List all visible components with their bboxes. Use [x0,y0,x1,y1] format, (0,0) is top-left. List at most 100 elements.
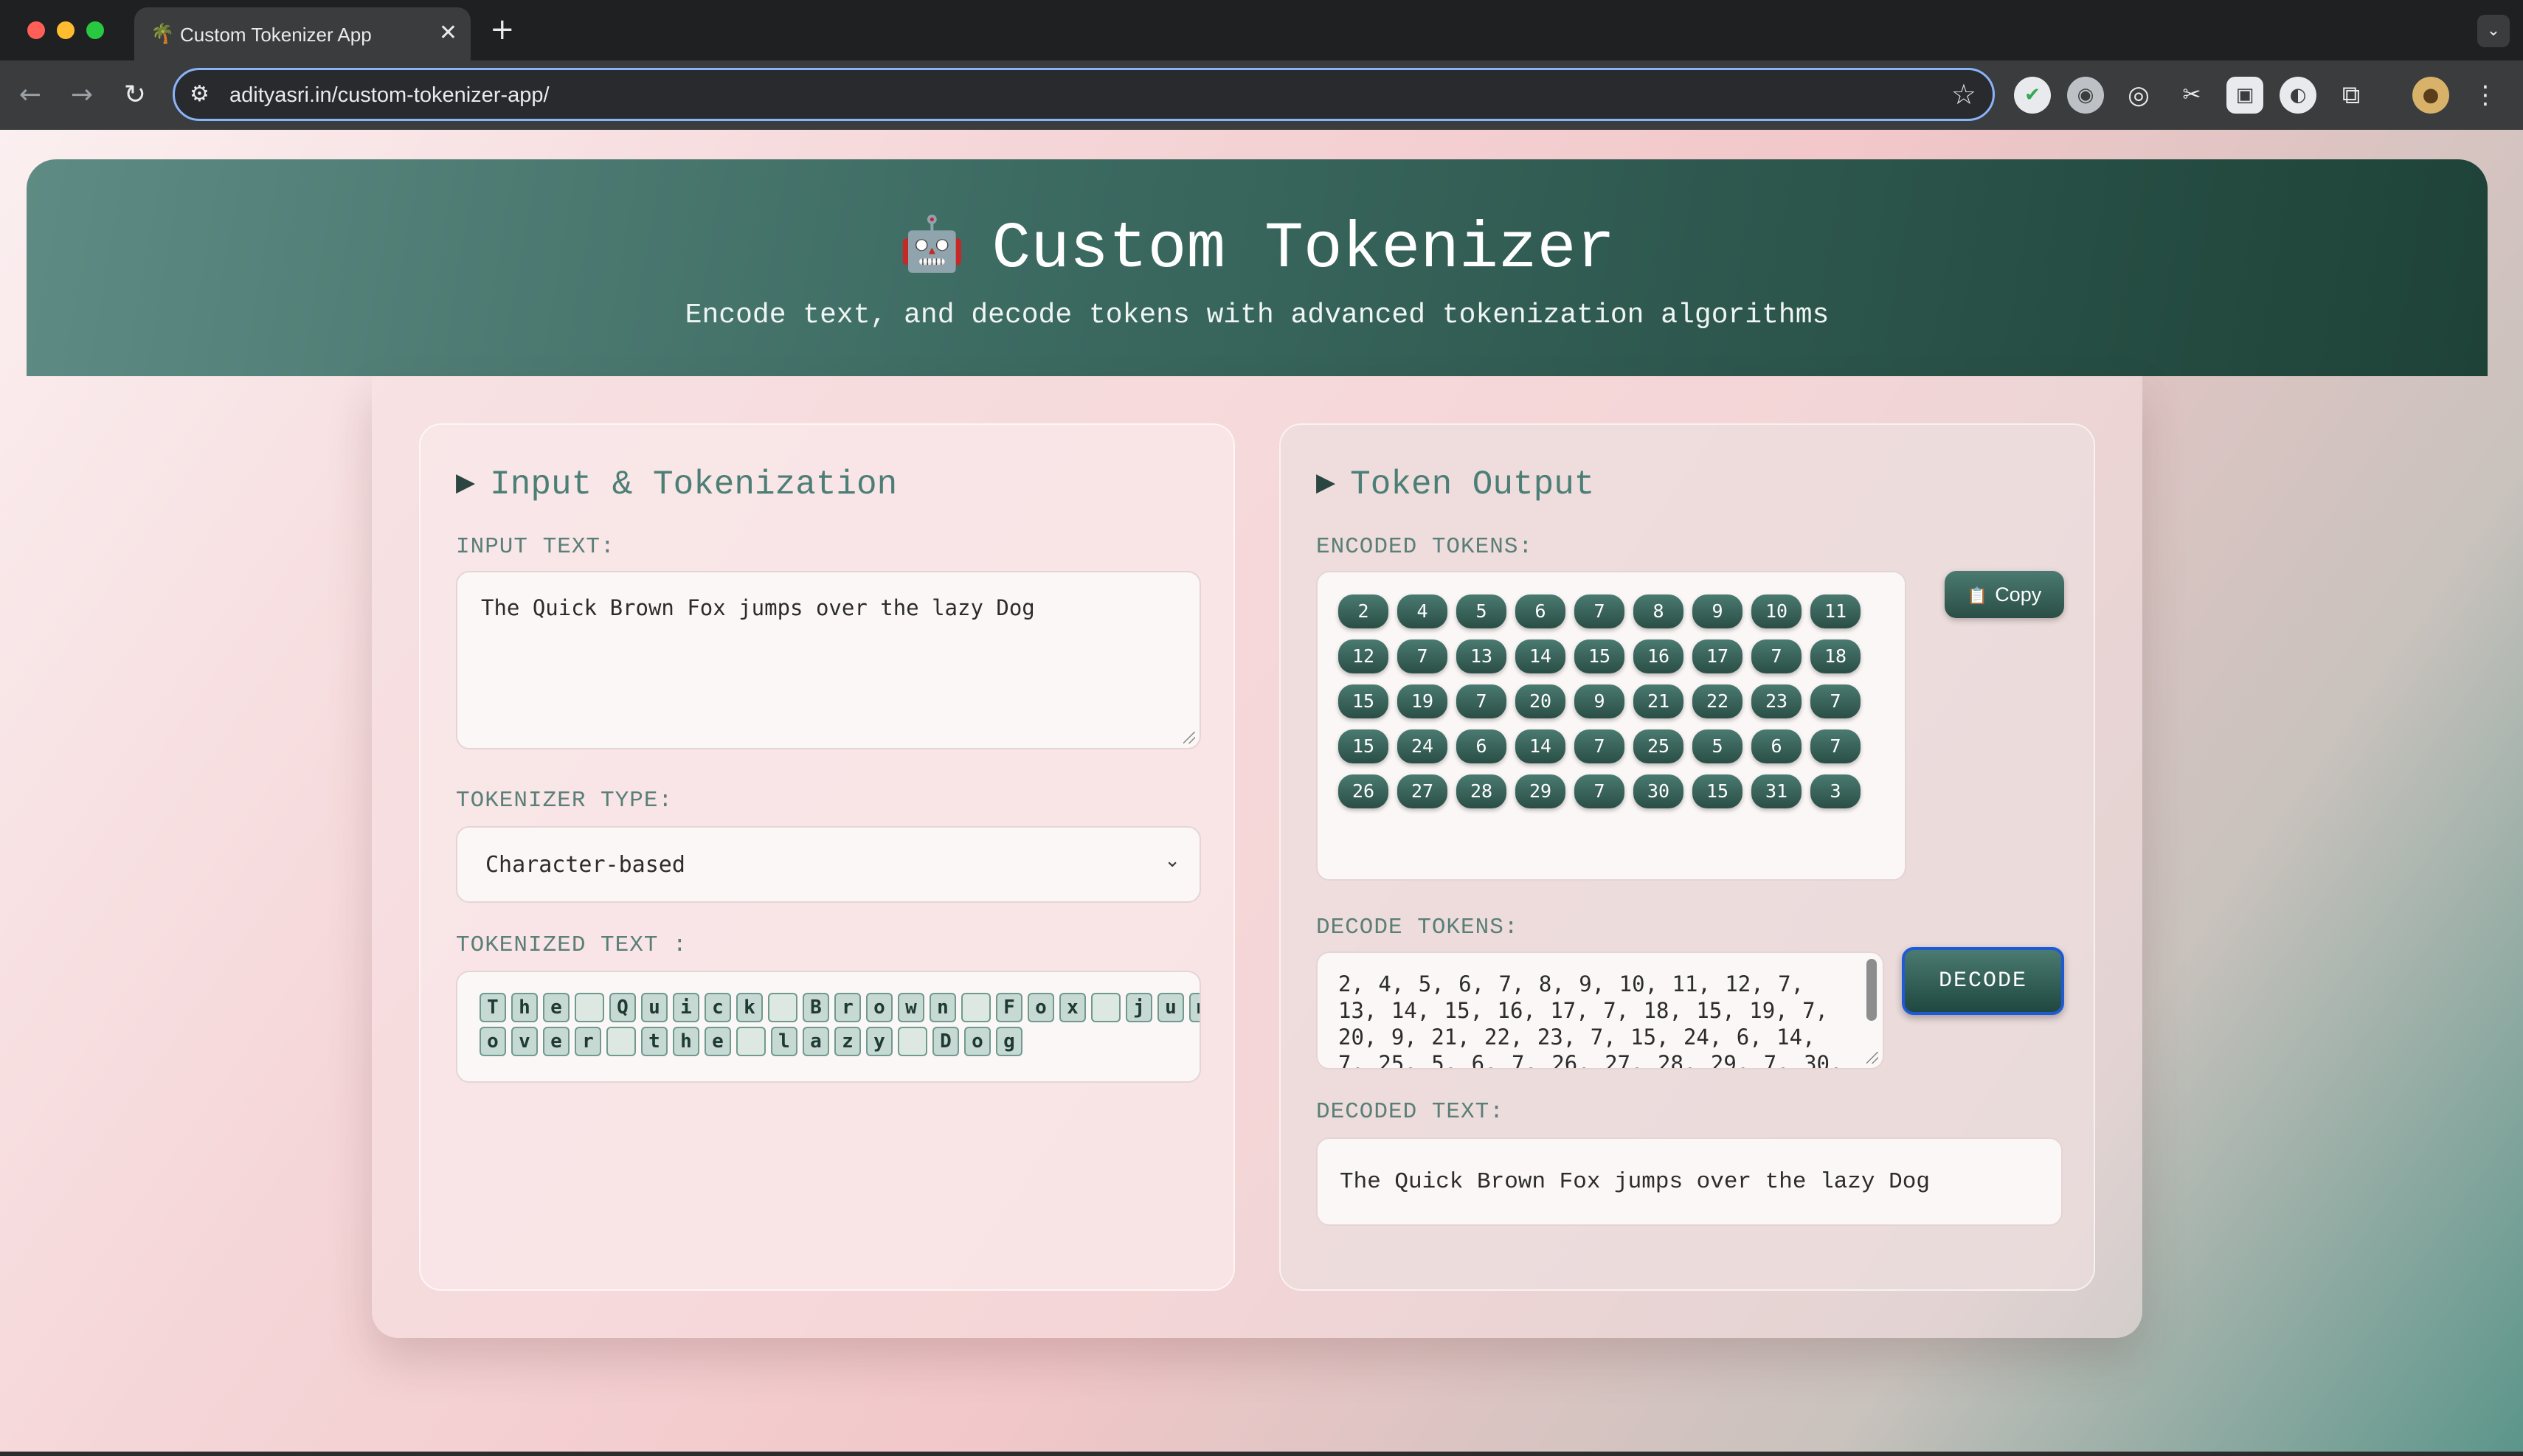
puzzle-extensions-icon[interactable]: ⧉ [2333,77,2370,114]
input-text-label: INPUT TEXT: [456,534,615,560]
input-panel-title: ▶ Input & Tokenization [456,462,897,505]
round-extension-icon[interactable]: ◐ [2280,77,2316,114]
encoded-token-chip: 31 [1751,774,1802,808]
site-info-icon[interactable]: ⚙ [190,82,210,107]
token-chip: w [898,993,924,1022]
decoded-text-value: The Quick Brown Fox jumps over the lazy … [1340,1169,1930,1195]
decode-button[interactable]: DECODE [1902,947,2064,1015]
resize-grip-icon[interactable] [1866,1052,1878,1064]
token-chip: h [511,993,538,1022]
browser-tab-active[interactable]: 🌴 Custom Tokenizer App ✕ [134,7,471,60]
extension-circle-icon[interactable]: ◉ [2067,77,2104,114]
token-chip [898,1027,927,1056]
encoded-token-chip: 14 [1515,639,1565,673]
token-chip: c [705,993,731,1022]
decode-tokens-input[interactable]: 2, 4, 5, 6, 7, 8, 9, 10, 11, 12, 7, 13, … [1316,951,1884,1070]
new-tab-button[interactable]: + [490,12,515,47]
encoded-token-chip: 7 [1574,774,1624,808]
page-content: 🤖 Custom Tokenizer Encode text, and decod… [0,130,2523,1456]
page-title-text: Custom Tokenizer [991,213,1616,286]
tab-search-button[interactable]: ⌄ [2477,15,2510,47]
encoded-token-chip: 15 [1574,639,1624,673]
token-chip: x [1059,993,1086,1022]
token-chip: r [575,1027,601,1056]
profile-avatar[interactable]: ● [2412,77,2449,114]
output-panel-title: ▶ Token Output [1316,462,1594,505]
tokenized-row: over the lazy Dog [480,1027,1028,1056]
encoded-token-chip: 11 [1810,594,1861,628]
token-chip: g [996,1027,1022,1056]
maximize-window-button[interactable] [86,21,104,39]
bookmark-star-icon[interactable]: ☆ [1951,79,1976,110]
main-container: ▶ Input & Tokenization INPUT TEXT: The Qu… [372,376,2142,1338]
token-chip: h [673,1027,699,1056]
copy-button[interactable]: 📋 Copy [1945,571,2064,618]
encoded-token-chip: 17 [1692,639,1742,673]
encoded-token-chip: 19 [1397,684,1447,718]
token-chip [768,993,797,1022]
encoded-token-chip: 7 [1574,729,1624,763]
encoded-token-chip: 12 [1338,639,1388,673]
encoded-token-chip: 7 [1810,684,1861,718]
token-chip: e [543,993,570,1022]
decode-tokens-label: DECODE TOKENS: [1316,915,1519,940]
encoded-tokens-grid: 2 4 5 6 7 8 9 10 11 12 7 13 14 15 16 17 7 18 15 19 7 20 9 21 22 2… [1338,594,1899,819]
encoded-token-chip: 7 [1751,639,1802,673]
tokenized-row: The Quick Brown Fox jumps [480,993,1200,1022]
token-chip: v [511,1027,538,1056]
token-chip: B [803,993,829,1022]
token-chip [575,993,604,1022]
browser-menu-icon[interactable]: ⋮ [2467,77,2504,114]
token-chip: l [771,1027,797,1056]
decode-scrollbar[interactable] [1866,959,1877,1021]
browser-toolbar: ← → ↻ ⚙ adityasri.in/custom-tokenizer-ap… [0,60,2523,130]
close-window-button[interactable] [27,21,45,39]
box-extension-icon[interactable]: ▣ [2226,77,2263,114]
forward-arrow-icon[interactable]: → [63,77,100,114]
resize-grip-icon[interactable] [1183,732,1195,743]
encoded-token-chip: 30 [1633,774,1683,808]
input-panel-title-text: Input & Tokenization [490,465,898,504]
encoded-token-chip: 16 [1633,639,1683,673]
triangle-right-icon: ▶ [456,468,476,497]
input-text-value: The Quick Brown Fox jumps over the lazy … [481,595,1035,620]
input-text-area[interactable]: The Quick Brown Fox jumps over the lazy … [456,571,1201,749]
token-chip: D [932,1027,959,1056]
token-chip: o [964,1027,991,1056]
encoded-token-chip: 7 [1456,684,1506,718]
encoded-token-chip: 20 [1515,684,1565,718]
token-chip: j [1126,993,1152,1022]
token-chip: k [736,993,763,1022]
input-tokenization-panel: ▶ Input & Tokenization INPUT TEXT: The Qu… [419,423,1235,1291]
token-chip: t [641,1027,668,1056]
token-chip: r [834,993,861,1022]
token-chip: o [866,993,893,1022]
encoded-token-chip: 22 [1692,684,1742,718]
encoded-token-chip: 14 [1515,729,1565,763]
page-bottom-edge [0,1452,2523,1456]
tokenized-text-label: TOKENIZED TEXT : [456,932,688,958]
encoded-token-chip: 15 [1338,684,1388,718]
encoded-token-chip: 5 [1692,729,1742,763]
encoded-token-chip: 26 [1338,774,1388,808]
decoded-text-box: The Quick Brown Fox jumps over the lazy … [1316,1137,2063,1226]
minimize-window-button[interactable] [57,21,75,39]
back-arrow-icon[interactable]: ← [12,77,49,114]
target-extension-icon[interactable]: ◎ [2120,77,2157,114]
reload-icon[interactable]: ↻ [117,77,153,114]
shield-extension-icon[interactable]: ✔ [2014,77,2051,114]
token-chip: o [480,1027,506,1056]
token-chip: n [930,993,956,1022]
tool-extension-icon[interactable]: ✂ [2173,77,2210,114]
address-url[interactable]: adityasri.in/custom-tokenizer-app/ [229,83,550,107]
token-chip: F [996,993,1022,1022]
token-chip: T [480,993,506,1022]
tokenizer-type-select[interactable]: Character-based ⌄ [456,826,1201,903]
tab-close-icon[interactable]: ✕ [439,21,457,46]
tokenizer-type-value: Character-based [485,852,685,878]
encoded-tokens-box: 2 4 5 6 7 8 9 10 11 12 7 13 14 15 16 17 7 18 15 19 7 20 9 21 22 2… [1316,571,1906,881]
encoded-token-chip: 10 [1751,594,1802,628]
token-chip: u [1157,993,1184,1022]
address-bar[interactable]: ⚙ adityasri.in/custom-tokenizer-app/ ☆ [173,68,1995,121]
tokenized-text-box: The Quick Brown Fox jumps over the lazy … [456,971,1201,1083]
